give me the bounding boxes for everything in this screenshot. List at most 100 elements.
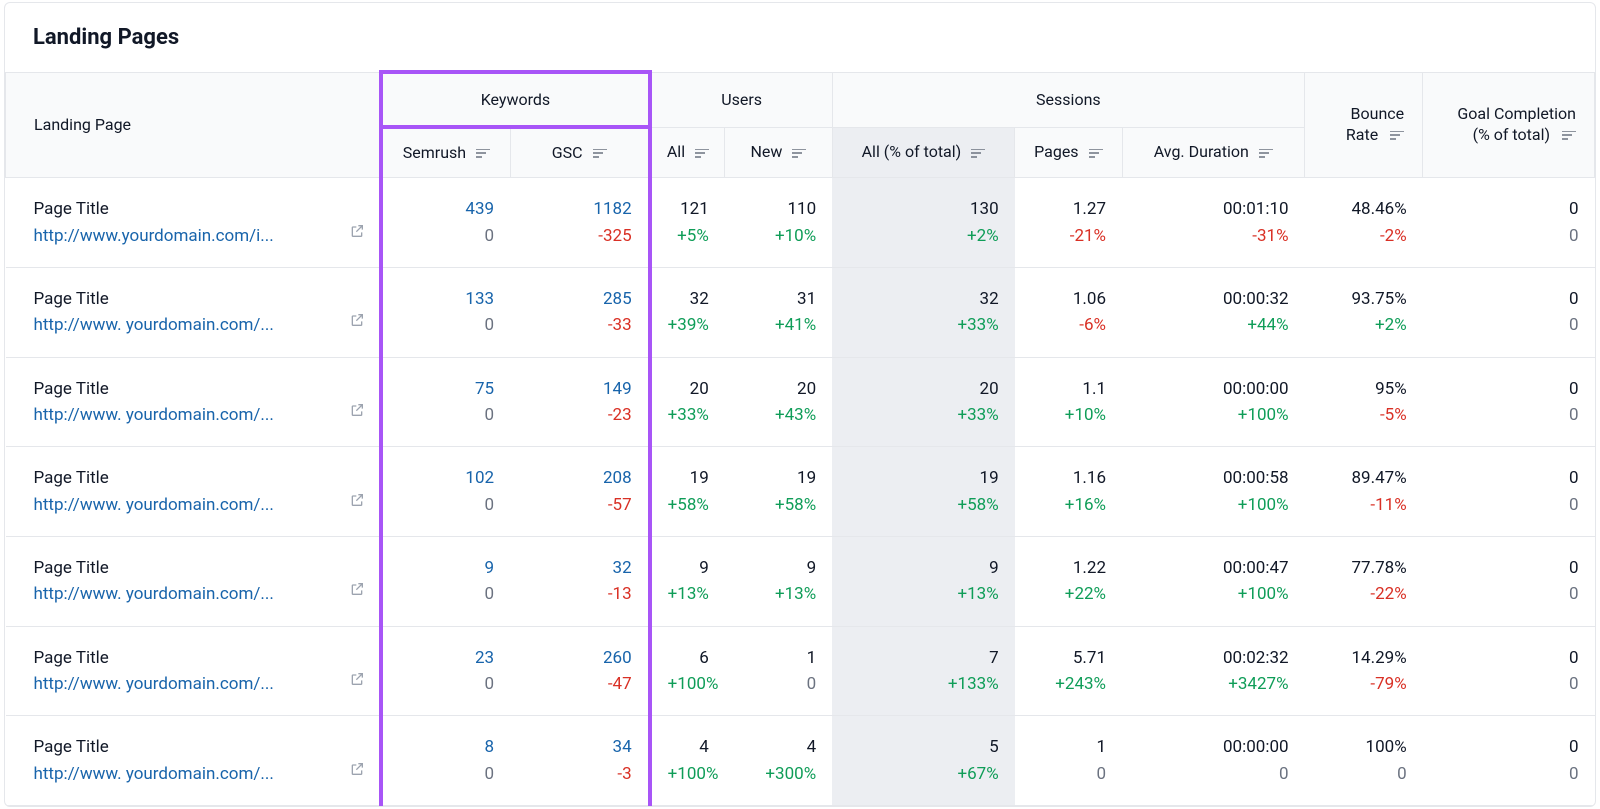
gsc-value[interactable]: 32 bbox=[526, 555, 632, 581]
users-all-value: 4 bbox=[668, 734, 709, 760]
users-new-value: 20 bbox=[741, 376, 816, 402]
goal-value: 0 bbox=[1439, 465, 1579, 491]
cell-bounce-rate: 14.29% -79% bbox=[1305, 626, 1423, 716]
bounce-sub: -22% bbox=[1321, 581, 1407, 607]
header-users-new[interactable]: New bbox=[725, 127, 832, 178]
header-semrush[interactable]: Semrush bbox=[381, 127, 510, 178]
semrush-value[interactable]: 133 bbox=[399, 286, 494, 312]
cell-sessions-all: 5 +67% bbox=[832, 716, 1015, 806]
cell-pages: 1.27 -21% bbox=[1015, 178, 1122, 268]
page-title[interactable]: Page Title bbox=[34, 376, 364, 402]
pages-value: 1.06 bbox=[1031, 286, 1106, 312]
pages-sub: +10% bbox=[1031, 402, 1106, 428]
header-sessions-group: Sessions bbox=[832, 72, 1304, 127]
sessions-all-sub: +2% bbox=[848, 223, 999, 249]
pages-sub: -21% bbox=[1031, 223, 1106, 249]
page-url-link[interactable]: http://www. yourdomain.com/... bbox=[34, 581, 274, 607]
page-title[interactable]: Page Title bbox=[34, 555, 364, 581]
external-link-icon[interactable] bbox=[349, 221, 365, 247]
gsc-value[interactable]: 285 bbox=[526, 286, 632, 312]
sessions-all-value: 32 bbox=[848, 286, 999, 312]
gsc-value[interactable]: 1182 bbox=[526, 196, 632, 222]
external-link-icon[interactable] bbox=[349, 490, 365, 516]
page-title[interactable]: Page Title bbox=[34, 734, 364, 760]
page-title[interactable]: Page Title bbox=[34, 286, 364, 312]
cell-avg-duration: 00:00:32 +44% bbox=[1122, 267, 1305, 357]
cell-landing-page: Page Title http://www.yourdomain.com/i..… bbox=[6, 178, 382, 268]
header-gsc[interactable]: GSC bbox=[510, 127, 650, 178]
page-url-link[interactable]: http://www. yourdomain.com/... bbox=[34, 402, 274, 428]
cell-avg-duration: 00:00:47 +100% bbox=[1122, 537, 1305, 627]
external-link-icon[interactable] bbox=[349, 759, 365, 785]
sessions-all-sub: +67% bbox=[848, 761, 999, 787]
pages-sub: -6% bbox=[1031, 312, 1106, 338]
page-title[interactable]: Page Title bbox=[34, 465, 364, 491]
semrush-value[interactable]: 23 bbox=[399, 645, 494, 671]
dur-value: 00:01:10 bbox=[1138, 196, 1289, 222]
header-goal-completion-label: Goal Completion (% of total) bbox=[1457, 104, 1576, 145]
semrush-value[interactable]: 75 bbox=[399, 376, 494, 402]
cell-users-all: 4 +100% bbox=[650, 716, 725, 806]
page-title[interactable]: Page Title bbox=[34, 645, 364, 671]
header-goal-completion[interactable]: Goal Completion (% of total) bbox=[1423, 72, 1595, 178]
header-sessions-all[interactable]: All (% of total) bbox=[832, 127, 1015, 178]
gsc-value[interactable]: 34 bbox=[526, 734, 632, 760]
gsc-value[interactable]: 208 bbox=[526, 465, 632, 491]
users-all-sub: +58% bbox=[668, 492, 709, 518]
header-avg-duration[interactable]: Avg. Duration bbox=[1122, 127, 1305, 178]
pages-sub: +243% bbox=[1031, 671, 1106, 697]
semrush-value[interactable]: 439 bbox=[399, 196, 494, 222]
dur-sub: +44% bbox=[1138, 312, 1289, 338]
sort-icon bbox=[1390, 125, 1404, 147]
page-url-link[interactable]: http://www. yourdomain.com/... bbox=[34, 671, 274, 697]
users-all-value: 32 bbox=[668, 286, 709, 312]
users-new-sub: +43% bbox=[741, 402, 816, 428]
external-link-icon[interactable] bbox=[349, 310, 365, 336]
header-users-new-label: New bbox=[751, 142, 783, 161]
header-pages[interactable]: Pages bbox=[1015, 127, 1122, 178]
cell-sessions-all: 130 +2% bbox=[832, 178, 1015, 268]
sort-icon bbox=[1259, 144, 1273, 163]
gsc-sub: -47 bbox=[526, 671, 632, 697]
gsc-value[interactable]: 149 bbox=[526, 376, 632, 402]
header-landing-page[interactable]: Landing Page bbox=[6, 72, 382, 178]
page-url-link[interactable]: http://www. yourdomain.com/... bbox=[34, 492, 274, 518]
cell-landing-page: Page Title http://www. yourdomain.com/..… bbox=[6, 267, 382, 357]
header-avg-duration-label: Avg. Duration bbox=[1154, 142, 1249, 161]
users-new-value: 110 bbox=[741, 196, 816, 222]
gsc-sub: -33 bbox=[526, 312, 632, 338]
external-link-icon[interactable] bbox=[349, 400, 365, 426]
semrush-value[interactable]: 8 bbox=[399, 734, 494, 760]
dur-sub: +3427% bbox=[1138, 671, 1289, 697]
page-url-link[interactable]: http://www. yourdomain.com/... bbox=[34, 761, 274, 787]
cell-pages: 1 0 bbox=[1015, 716, 1122, 806]
cell-gsc: 208 -57 bbox=[510, 447, 650, 537]
header-bounce-rate[interactable]: Bounce Rate bbox=[1305, 72, 1423, 178]
cell-users-new: 19 +58% bbox=[725, 447, 832, 537]
page-url-link[interactable]: http://www.yourdomain.com/i... bbox=[34, 223, 274, 249]
cell-bounce-rate: 48.46% -2% bbox=[1305, 178, 1423, 268]
cell-goal-completion: 0 0 bbox=[1423, 716, 1595, 806]
pages-value: 1.16 bbox=[1031, 465, 1106, 491]
page-url-link[interactable]: http://www. yourdomain.com/... bbox=[34, 312, 274, 338]
bounce-sub: -2% bbox=[1321, 223, 1407, 249]
semrush-sub: 0 bbox=[399, 671, 494, 697]
gsc-value[interactable]: 260 bbox=[526, 645, 632, 671]
header-users-all[interactable]: All bbox=[650, 127, 725, 178]
sort-icon bbox=[476, 144, 490, 163]
bounce-value: 100% bbox=[1321, 734, 1407, 760]
bounce-sub: 0 bbox=[1321, 761, 1407, 787]
cell-users-all: 20 +33% bbox=[650, 357, 725, 447]
semrush-value[interactable]: 9 bbox=[399, 555, 494, 581]
cell-gsc: 285 -33 bbox=[510, 267, 650, 357]
external-link-icon[interactable] bbox=[349, 669, 365, 695]
cell-pages: 1.22 +22% bbox=[1015, 537, 1122, 627]
sessions-all-sub: +58% bbox=[848, 492, 999, 518]
external-link-icon[interactable] bbox=[349, 579, 365, 605]
semrush-value[interactable]: 102 bbox=[399, 465, 494, 491]
goal-sub: 0 bbox=[1439, 492, 1579, 518]
semrush-sub: 0 bbox=[399, 402, 494, 428]
cell-goal-completion: 0 0 bbox=[1423, 447, 1595, 537]
cell-landing-page: Page Title http://www. yourdomain.com/..… bbox=[6, 626, 382, 716]
page-title[interactable]: Page Title bbox=[34, 196, 364, 222]
